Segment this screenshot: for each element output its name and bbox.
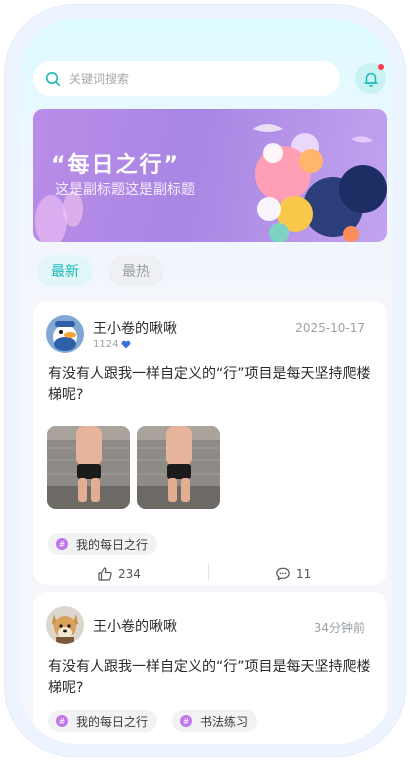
search-input[interactable] [69, 71, 309, 86]
post-card[interactable]: 王小卷的啾啾 1124 2025-10-17 有没有人跟我一样自定义的“行”项目… [33, 301, 387, 585]
search-bar[interactable] [33, 61, 340, 96]
banner-subtitle: 这是副标题这是副标题 [55, 182, 195, 198]
notification-button[interactable] [355, 63, 386, 94]
user-meta: 1124 [93, 339, 131, 350]
tab-latest[interactable]: 最新 [37, 255, 93, 287]
post-card[interactable]: 王小卷的啾啾 34分钟前 有没有人跟我一样自定义的“行”项目是每天坚持爬楼梯呢?… [33, 592, 387, 744]
bell-icon [362, 70, 380, 88]
comment-icon [275, 566, 291, 582]
hashtag-icon: # [56, 715, 68, 727]
avatar[interactable] [46, 315, 84, 353]
post-content[interactable]: 有没有人跟我一样自定义的“行”项目是每天坚持爬楼梯呢? [48, 657, 373, 699]
tag-label: 我的每日之行 [76, 537, 149, 552]
meta-count: 1124 [93, 339, 119, 350]
post-time: 2025-10-17 [295, 321, 365, 335]
hashtag-icon: # [180, 715, 192, 727]
topic-tag[interactable]: # 书法练习 [172, 710, 258, 732]
avatar[interactable] [46, 606, 84, 644]
username[interactable]: 王小卷的啾啾 [93, 616, 177, 636]
comment-button[interactable]: 11 [275, 566, 311, 582]
banner-title: “每日之行” [51, 153, 180, 178]
hashtag-icon: # [56, 538, 68, 550]
post-photo[interactable] [47, 426, 130, 509]
post-content[interactable]: 有没有人跟我一样自定义的“行”项目是每天坚持爬楼梯呢? [48, 364, 373, 406]
tab-hot[interactable]: 最热 [108, 255, 164, 287]
post-time: 34分钟前 [313, 621, 365, 635]
topic-tag[interactable]: # 我的每日之行 [48, 710, 158, 732]
topic-tag[interactable]: # 我的每日之行 [48, 533, 158, 555]
post-photo[interactable] [137, 426, 220, 509]
notification-dot [378, 64, 384, 70]
tag-label: 我的每日之行 [76, 714, 149, 729]
tag-label: 书法练习 [200, 714, 249, 729]
app-screen: “每日之行” 这是副标题这是副标题 最新 最热 王小卷的啾啾 1124 [19, 19, 393, 744]
like-button[interactable]: 234 [97, 566, 141, 582]
action-divider [208, 563, 209, 581]
banner[interactable]: “每日之行” 这是副标题这是副标题 [33, 109, 387, 242]
username[interactable]: 王小卷的啾啾 [93, 318, 177, 338]
search-icon [45, 71, 61, 87]
heart-icon [121, 340, 131, 349]
comment-count: 11 [296, 567, 312, 581]
like-count: 234 [118, 567, 141, 581]
phone-frame: “每日之行” 这是副标题这是副标题 最新 最热 王小卷的啾啾 1124 [4, 4, 406, 757]
thumbs-up-icon [97, 566, 113, 582]
